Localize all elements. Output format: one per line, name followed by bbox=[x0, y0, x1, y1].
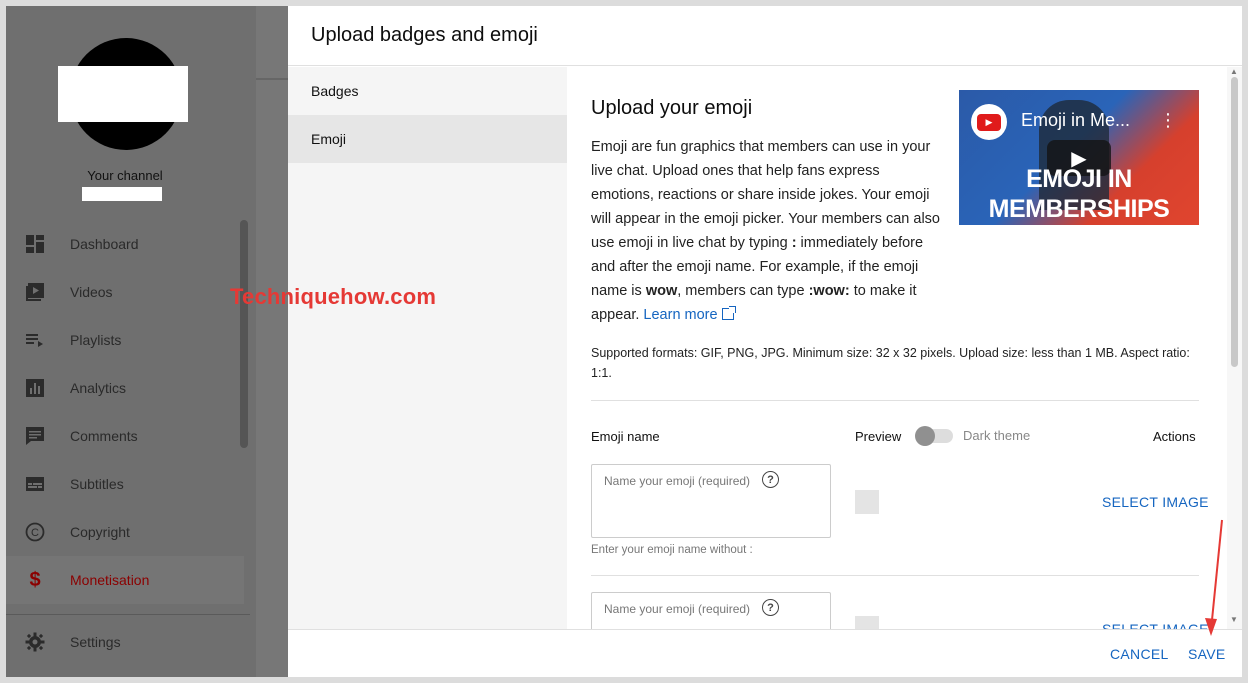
sidebar-item-label: Videos bbox=[70, 284, 113, 300]
sidebar-item-label: Dashboard bbox=[70, 236, 139, 252]
supported-formats-text: Supported formats: GIF, PNG, JPG. Minimu… bbox=[591, 346, 1190, 380]
emoji-preview bbox=[855, 616, 879, 629]
sidebar-nav: Dashboard Videos Playlists Analytics Com… bbox=[6, 220, 244, 604]
emoji-name-input[interactable]: Name your emoji (required) bbox=[591, 464, 831, 538]
sidebar-item-label: Subtitles bbox=[70, 476, 124, 492]
sidebar-item-label: Playlists bbox=[70, 332, 122, 348]
dark-theme-label: Dark theme bbox=[963, 428, 1031, 443]
dialog-title: Upload badges and emoji bbox=[288, 6, 1242, 66]
dialog-footer: CANCEL SAVE bbox=[288, 629, 1242, 677]
sidebar-item-label: Monetisation bbox=[70, 572, 150, 588]
emoji-name-hint: Enter your emoji name without : bbox=[591, 544, 753, 556]
subtitles-icon bbox=[24, 473, 46, 495]
section-title: Upload your emoji bbox=[591, 97, 753, 119]
external-link-icon bbox=[721, 306, 736, 320]
redaction-box bbox=[58, 66, 188, 122]
video-caption-line: MEMBERSHIPS bbox=[988, 195, 1170, 223]
playlist-icon bbox=[24, 329, 46, 351]
emoji-preview bbox=[855, 490, 879, 514]
youtube-logo-icon: ▶ bbox=[971, 104, 1007, 140]
sidebar-item-monetisation[interactable]: $ Monetisation bbox=[6, 556, 244, 604]
description-example-name: wow bbox=[645, 283, 678, 299]
sidebar-settings: Settings bbox=[6, 618, 244, 666]
scroll-up-icon[interactable]: ▲ bbox=[1230, 67, 1238, 76]
watermark-text: Techniquehow.com bbox=[230, 284, 437, 309]
dialog-tabs: Badges Emoji bbox=[288, 67, 567, 629]
sidebar-item-settings[interactable]: Settings bbox=[6, 618, 244, 666]
studio-background bbox=[256, 6, 288, 677]
learn-more-link[interactable]: Learn more bbox=[643, 306, 736, 323]
sidebar-item-comments[interactable]: Comments bbox=[6, 412, 244, 460]
select-image-button[interactable]: SELECT IMAGE bbox=[1102, 621, 1209, 629]
description-example-code: :wow: bbox=[808, 283, 850, 299]
your-channel-label: Your channel bbox=[87, 168, 163, 183]
description-text: , members can type bbox=[677, 283, 809, 299]
video-library-icon bbox=[24, 281, 46, 303]
dashboard-icon bbox=[24, 233, 46, 255]
sidebar-item-subtitles[interactable]: Subtitles bbox=[6, 460, 244, 508]
sidebar-item-label: Comments bbox=[70, 428, 138, 444]
emoji-video-thumbnail[interactable]: ▶ Emoji in Me... ⋮ ▶ EMOJI IN MEMBERSHIP… bbox=[959, 90, 1199, 225]
save-button[interactable]: SAVE bbox=[1188, 646, 1226, 662]
emoji-name-input[interactable]: Name your emoji (required) bbox=[591, 592, 831, 629]
sidebar-item-label: Settings bbox=[70, 634, 121, 650]
column-actions: Actions bbox=[1153, 429, 1196, 444]
tab-emoji[interactable]: Emoji bbox=[288, 115, 567, 163]
video-caption: EMOJI IN MEMBERSHIPS bbox=[959, 164, 1199, 224]
scrollbar-thumb[interactable] bbox=[1231, 77, 1238, 367]
scroll-down-icon[interactable]: ▼ bbox=[1230, 615, 1238, 624]
help-icon[interactable]: ? bbox=[762, 599, 779, 616]
svg-text:C: C bbox=[31, 527, 39, 539]
sidebar-item-playlists[interactable]: Playlists bbox=[6, 316, 244, 364]
gear-icon bbox=[24, 631, 46, 653]
redaction-box bbox=[82, 187, 162, 201]
comment-icon bbox=[24, 425, 46, 447]
video-caption-line: EMOJI IN bbox=[1026, 165, 1132, 193]
dollar-icon: $ bbox=[29, 568, 41, 591]
divider bbox=[591, 575, 1199, 576]
select-image-button[interactable]: SELECT IMAGE bbox=[1102, 494, 1209, 510]
sidebar-item-label: Analytics bbox=[70, 380, 127, 396]
analytics-icon bbox=[24, 377, 46, 399]
video-title: Emoji in Me... bbox=[1021, 110, 1131, 130]
help-icon[interactable]: ? bbox=[762, 471, 779, 488]
cancel-button[interactable]: CANCEL bbox=[1110, 646, 1169, 662]
annotation-arrow-icon bbox=[1205, 519, 1223, 636]
sidebar-item-label: Copyright bbox=[70, 524, 130, 540]
column-emoji-name: Emoji name bbox=[591, 429, 660, 444]
sidebar-item-analytics[interactable]: Analytics bbox=[6, 364, 244, 412]
divider bbox=[591, 400, 1199, 401]
emoji-panel: Upload your emoji Emoji are fun graphics… bbox=[567, 67, 1227, 629]
upload-badges-emoji-dialog: Upload badges and emoji Badges Emoji Upl… bbox=[288, 6, 1242, 677]
column-preview: Preview bbox=[855, 429, 902, 444]
emoji-description: Emoji are fun graphics that members can … bbox=[591, 135, 941, 327]
copyright-icon: C bbox=[24, 521, 46, 543]
sidebar-item-dashboard[interactable]: Dashboard bbox=[6, 220, 244, 268]
more-vert-icon[interactable]: ⋮ bbox=[1159, 110, 1177, 131]
dark-theme-toggle[interactable] bbox=[915, 426, 953, 446]
sidebar-item-copyright[interactable]: C Copyright bbox=[6, 508, 244, 556]
learn-more-label: Learn more bbox=[643, 307, 718, 323]
sidebar-divider bbox=[6, 614, 250, 615]
sidebar-item-videos[interactable]: Videos bbox=[6, 268, 244, 316]
tab-badges[interactable]: Badges bbox=[288, 67, 567, 115]
